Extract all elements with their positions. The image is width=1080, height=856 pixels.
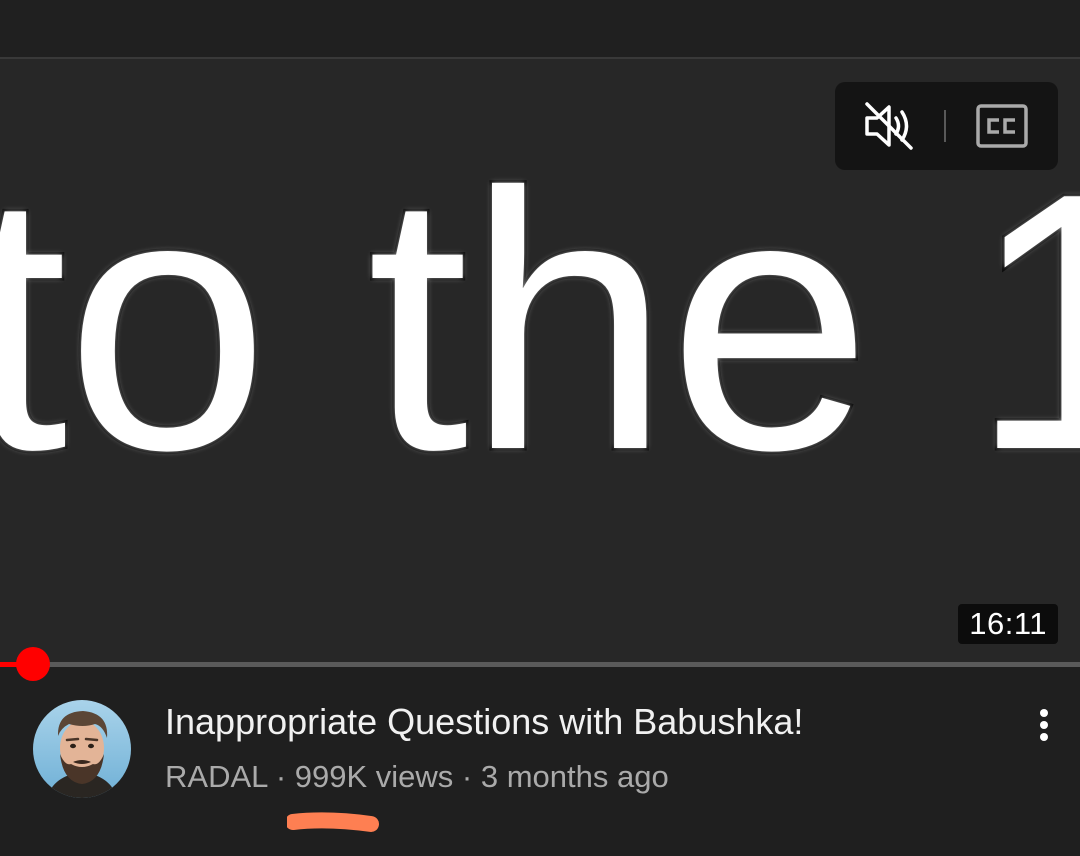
player-controls-pill bbox=[835, 82, 1058, 170]
captions-button[interactable] bbox=[975, 102, 1029, 150]
top-bar bbox=[0, 0, 1080, 57]
more-vertical-icon-dot bbox=[1040, 721, 1048, 729]
meta-separator: · bbox=[267, 759, 295, 794]
duration-badge: 16:11 bbox=[958, 604, 1058, 644]
mute-button[interactable] bbox=[861, 100, 917, 152]
video-metadata: RADAL · 999K views · 3 months ago bbox=[165, 757, 669, 797]
video-info-row[interactable]: Inappropriate Questions with Babushka! R… bbox=[0, 667, 1080, 856]
video-title[interactable]: Inappropriate Questions with Babushka! bbox=[165, 701, 803, 743]
controls-separator bbox=[944, 110, 946, 142]
channel-name[interactable]: RADAL bbox=[165, 759, 267, 794]
more-options-button[interactable] bbox=[1026, 701, 1062, 749]
video-frame-text: to the 1 bbox=[0, 117, 1080, 526]
volume-muted-icon bbox=[865, 102, 913, 150]
video-feed-screen: to the 1 16:11 Inappropriate Questions w… bbox=[0, 0, 1080, 856]
channel-avatar-image bbox=[33, 700, 131, 798]
video-player[interactable]: to the 1 16:11 bbox=[0, 59, 1080, 662]
closed-captions-icon bbox=[976, 104, 1028, 148]
channel-avatar[interactable] bbox=[33, 700, 131, 798]
more-vertical-icon bbox=[1040, 709, 1048, 717]
more-vertical-icon-dot bbox=[1040, 733, 1048, 741]
view-count: 999K views bbox=[294, 759, 454, 794]
meta-separator: · bbox=[453, 759, 481, 794]
upload-age: 3 months ago bbox=[480, 759, 669, 794]
